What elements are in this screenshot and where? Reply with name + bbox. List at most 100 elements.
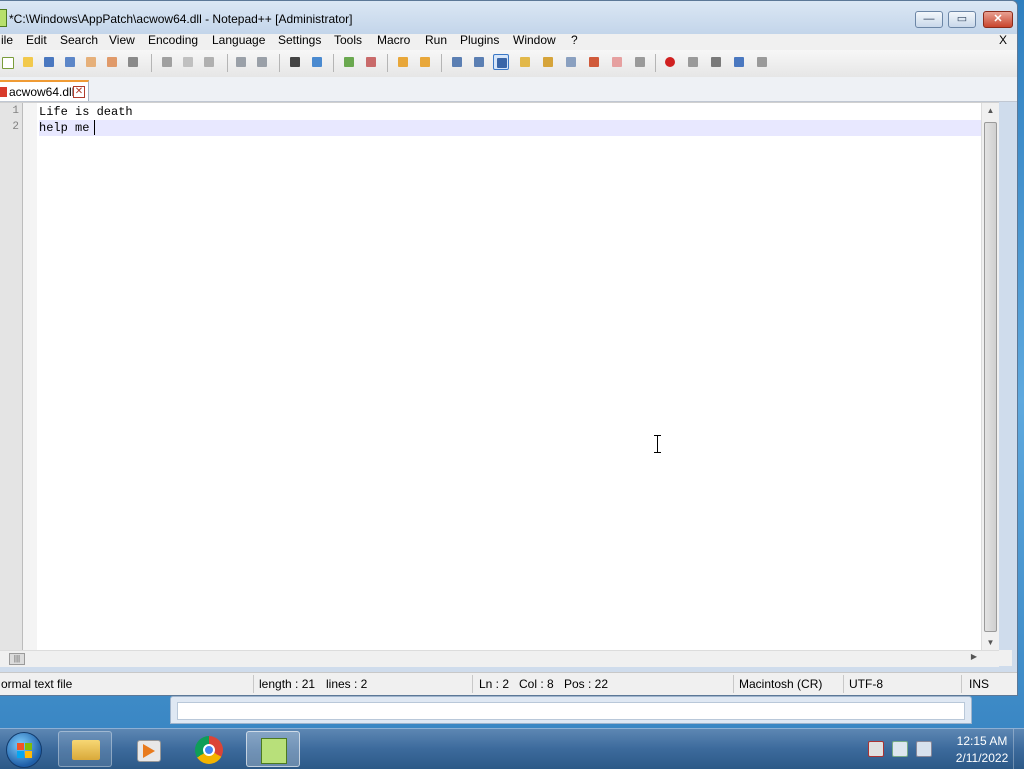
action-center-icon[interactable] — [868, 741, 884, 757]
find-icon[interactable] — [287, 54, 303, 70]
copy-icon[interactable] — [180, 54, 196, 70]
menu-language[interactable]: Language — [212, 34, 265, 50]
clock-time[interactable]: 12:15 AM — [942, 734, 1022, 748]
status-file-type: ormal text file — [1, 677, 73, 691]
menu-search[interactable]: Search — [60, 34, 98, 50]
line-number-gutter: 1 2 — [0, 103, 23, 651]
maximize-button[interactable]: ▭ — [948, 11, 976, 28]
folder-icon — [72, 740, 100, 760]
windows-flag-icon — [17, 743, 24, 750]
notepadpp-app-icon[interactable] — [0, 9, 7, 27]
menu-view[interactable]: View — [109, 34, 135, 50]
status-col: Col : 8 — [519, 677, 554, 691]
menu-file[interactable]: ile — [1, 34, 13, 50]
horizontal-scroll-thumb[interactable]: ||| — [9, 653, 25, 665]
volume-icon[interactable] — [916, 741, 932, 757]
scroll-right-arrow-icon[interactable]: ▶ — [971, 652, 977, 661]
menu-settings[interactable]: Settings — [278, 34, 321, 50]
zoom-out-icon[interactable] — [363, 54, 379, 70]
media-player-icon[interactable] — [120, 731, 174, 767]
new-file-icon[interactable] — [0, 54, 15, 70]
windows-explorer-icon[interactable] — [58, 731, 112, 767]
fold-margin[interactable] — [23, 103, 37, 651]
word-wrap-icon[interactable] — [449, 54, 465, 70]
menu-window[interactable]: Window — [513, 34, 556, 50]
vertical-scrollbar[interactable]: ▲ ▼ — [981, 103, 999, 651]
status-separator — [843, 675, 844, 693]
i-beam-cursor-icon — [654, 435, 661, 453]
status-eol-format[interactable]: Macintosh (CR) — [739, 677, 822, 691]
horizontal-scrollbar[interactable]: ||| ▶ — [0, 650, 999, 667]
folder-as-workspace-icon[interactable] — [586, 54, 602, 70]
function-list-icon[interactable] — [563, 54, 579, 70]
taskbar: 12:15 AM 2/11/2022 — [0, 728, 1024, 769]
menu-macro[interactable]: Macro — [377, 34, 410, 50]
record-macro-icon[interactable] — [662, 54, 678, 70]
zoom-in-icon[interactable] — [341, 54, 357, 70]
replace-icon[interactable] — [309, 54, 325, 70]
toolbar-separator — [151, 54, 152, 72]
show-all-characters-icon[interactable] — [471, 54, 487, 70]
start-button[interactable] — [6, 732, 42, 768]
notepad-plus-plus-icon[interactable] — [246, 731, 300, 767]
editor-line-current[interactable]: help me — [39, 120, 999, 136]
document-list-icon[interactable] — [609, 54, 625, 70]
tab-acwow64-dll[interactable]: acwow64.dll ✕ — [0, 80, 89, 101]
show-desktop-button[interactable] — [1013, 729, 1024, 769]
status-ln: Ln : 2 — [479, 677, 510, 691]
network-icon[interactable] — [892, 741, 908, 757]
title-bar[interactable]: *C:\Windows\AppPatch\acwow64.dll - Notep… — [0, 1, 1017, 34]
editor-line[interactable]: Life is death — [39, 104, 999, 120]
status-encoding[interactable]: UTF-8 — [849, 677, 883, 691]
document-map-icon[interactable] — [540, 54, 556, 70]
minimize-button[interactable]: — — [915, 11, 943, 28]
user-defined-language-icon[interactable] — [517, 54, 533, 70]
status-lines: lines : 2 — [326, 677, 368, 691]
status-separator — [253, 675, 254, 693]
background-window[interactable] — [170, 696, 972, 724]
indent-guide-icon[interactable] — [493, 54, 509, 70]
paste-icon[interactable] — [201, 54, 217, 70]
monitoring-icon[interactable] — [632, 54, 648, 70]
print-icon[interactable] — [125, 54, 141, 70]
stop-recording-icon[interactable] — [685, 54, 701, 70]
close-document-button[interactable]: X — [999, 34, 1007, 47]
vertical-scroll-thumb[interactable] — [984, 122, 997, 632]
undo-icon[interactable] — [233, 54, 249, 70]
menu-bar: ile Edit Search View Encoding Language S… — [0, 34, 1017, 50]
close-all-icon[interactable] — [104, 54, 120, 70]
tab-close-icon[interactable]: ✕ — [73, 86, 85, 98]
background-window-strip — [177, 702, 965, 720]
sync-horizontal-icon[interactable] — [417, 54, 433, 70]
chrome-icon[interactable] — [182, 731, 236, 767]
cut-icon[interactable] — [159, 54, 175, 70]
open-file-icon[interactable] — [20, 54, 36, 70]
line-number: 1 — [12, 105, 19, 117]
close-button[interactable]: ✕ — [983, 11, 1013, 28]
playback-macro-icon[interactable] — [708, 54, 724, 70]
menu-run[interactable]: Run — [425, 34, 447, 50]
menu-tools[interactable]: Tools — [334, 34, 362, 50]
sync-vertical-icon[interactable] — [395, 54, 411, 70]
scroll-up-arrow-icon[interactable]: ▲ — [982, 103, 999, 119]
menu-encoding[interactable]: Encoding — [148, 34, 198, 50]
save-macro-icon[interactable] — [754, 54, 770, 70]
scroll-down-arrow-icon[interactable]: ▼ — [982, 635, 999, 651]
close-icon[interactable] — [83, 54, 99, 70]
run-macro-multiple-icon[interactable] — [731, 54, 747, 70]
text-editor[interactable]: 1 2 Life is death help me ▲ ▼ — [0, 102, 999, 651]
redo-icon[interactable] — [254, 54, 270, 70]
notepadpp-window: *C:\Windows\AppPatch\acwow64.dll - Notep… — [0, 0, 1018, 696]
toolbar — [0, 50, 1017, 77]
clock-date[interactable]: 2/11/2022 — [942, 751, 1022, 765]
text-caret — [94, 120, 95, 135]
status-pos: Pos : 22 — [564, 677, 609, 691]
status-separator — [961, 675, 962, 693]
save-icon[interactable] — [41, 54, 57, 70]
windows-flag-icon — [25, 743, 32, 750]
windows-flag-icon — [17, 751, 24, 758]
menu-edit[interactable]: Edit — [26, 34, 47, 50]
menu-plugins[interactable]: Plugins — [460, 34, 499, 50]
menu-help[interactable]: ? — [571, 34, 578, 50]
save-all-icon[interactable] — [62, 54, 78, 70]
